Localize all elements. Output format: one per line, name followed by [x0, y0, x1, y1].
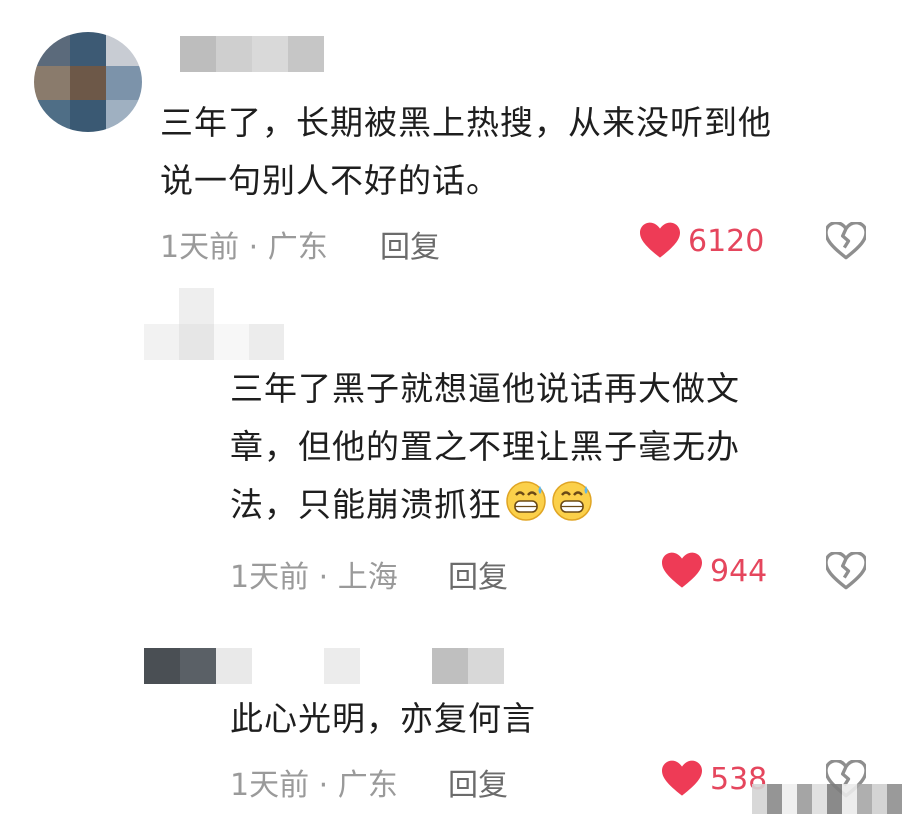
like-count: 6120: [688, 223, 765, 259]
location: 上海: [337, 560, 398, 595]
heart-icon: [662, 760, 702, 798]
sweat-grin-emoji-icon: [550, 478, 594, 522]
location: 广东: [337, 768, 398, 803]
heart-icon: [662, 552, 702, 590]
comment-meta: 1天前 · 广东: [230, 760, 398, 804]
dislike-button[interactable]: [826, 552, 866, 594]
username-censored[interactable]: [180, 36, 324, 72]
like-button[interactable]: 944: [662, 552, 767, 590]
comment-text-line: 法，只能崩溃抓狂: [230, 476, 740, 534]
watermark-censored: [752, 784, 902, 814]
dislike-button[interactable]: [826, 222, 866, 264]
comment-text-line: 此心光明，亦复何言: [230, 699, 536, 738]
location: 广东: [267, 230, 328, 265]
reply-button[interactable]: 回复: [380, 222, 440, 266]
comment-text-line: 说一句别人不好的话。: [160, 161, 500, 200]
comment-meta: 1天前 · 上海: [230, 552, 398, 596]
comment-text-fragment: 法，只能崩溃抓狂: [230, 485, 502, 524]
comment-body: 此心光明，亦复何言: [230, 690, 536, 748]
comment-text-line: 三年了，长期被黑上热搜，从来没听到他: [160, 103, 772, 142]
avatar[interactable]: [34, 32, 142, 132]
separator-dot: ·: [318, 768, 329, 803]
username-censored[interactable]: [144, 648, 504, 684]
separator-dot: ·: [248, 230, 259, 265]
comment-body: 三年了黑子就想逼他说话再大做文 章，但他的置之不理让黑子毫无办 法，只能崩溃抓狂: [230, 360, 740, 534]
broken-heart-icon: [826, 552, 866, 590]
timestamp: 1天前: [160, 230, 240, 265]
separator-dot: ·: [318, 560, 329, 595]
reply-button[interactable]: 回复: [448, 552, 508, 596]
sweat-grin-emoji-icon: [504, 478, 548, 522]
broken-heart-icon: [826, 222, 866, 260]
comment-text-line: 章，但他的置之不理让黑子毫无办: [230, 427, 740, 466]
comment-meta: 1天前 · 广东: [160, 222, 328, 266]
heart-icon: [640, 222, 680, 260]
reply-button[interactable]: 回复: [448, 760, 508, 804]
timestamp: 1天前: [230, 560, 310, 595]
like-button[interactable]: 6120: [640, 222, 764, 260]
avatar[interactable]: [144, 288, 284, 360]
timestamp: 1天前: [230, 768, 310, 803]
like-count: 944: [710, 553, 768, 589]
comment-text-line: 三年了黑子就想逼他说话再大做文: [230, 369, 740, 408]
comment-body: 三年了，长期被黑上热搜，从来没听到他 说一句别人不好的话。: [160, 94, 772, 210]
